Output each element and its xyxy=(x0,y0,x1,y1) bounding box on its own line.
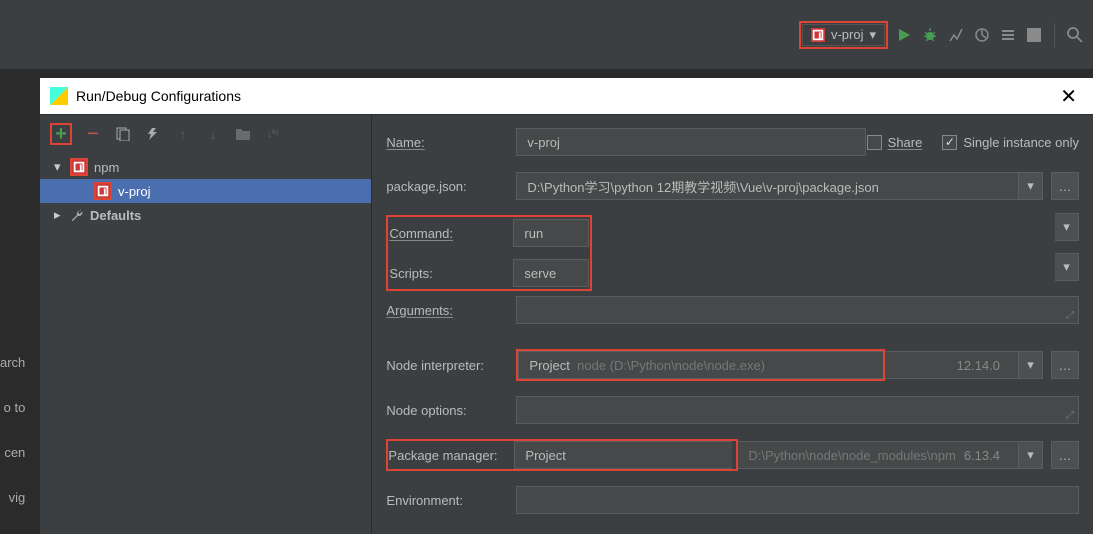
highlight-npm-icon xyxy=(70,158,88,176)
package-json-input[interactable]: D:\Python学习\python 12期教学视频\Vue\v-proj\pa… xyxy=(516,172,1019,200)
command-select[interactable]: run xyxy=(513,219,589,247)
highlight-vproj-icon xyxy=(94,182,112,200)
copy-config-button[interactable] xyxy=(114,125,132,143)
node-options-label: Node options: xyxy=(386,403,516,418)
environment-label: Environment: xyxy=(386,493,516,508)
tree-node-vproj[interactable]: v-proj xyxy=(40,179,371,203)
move-down-button[interactable]: ↓ xyxy=(204,125,222,143)
config-tree-panel: + − ↑ ↓ ↓ªᶻ ▾ npm xyxy=(40,115,372,534)
save-temp-button[interactable] xyxy=(144,125,162,143)
remove-config-button[interactable]: − xyxy=(84,125,102,143)
chevron-right-icon: ▸ xyxy=(54,207,64,223)
node-interpreter-browse[interactable]: … xyxy=(1051,351,1079,379)
chevron-down-icon: ▾ xyxy=(54,159,64,175)
single-instance-checkbox[interactable]: Single instance only xyxy=(942,135,1079,150)
npm-icon xyxy=(96,184,110,198)
arguments-input[interactable]: ⤢ xyxy=(516,296,1079,324)
tree-label: npm xyxy=(94,160,119,175)
package-json-browse[interactable]: … xyxy=(1051,172,1079,200)
pycharm-icon xyxy=(50,87,68,105)
package-json-dropdown[interactable]: ▾ xyxy=(1019,172,1043,200)
single-instance-label: Single instance only xyxy=(963,135,1079,150)
dialog-title: Run/Debug Configurations xyxy=(76,88,241,104)
arguments-label: Arguments: xyxy=(386,303,516,318)
run-debug-config-dialog: Run/Debug Configurations ✕ + − ↑ ↓ ↓ªᶻ ▾ xyxy=(40,78,1093,534)
ide-toolbar: v-proj ▾ xyxy=(0,0,1093,70)
tree-label: Defaults xyxy=(90,208,141,223)
package-manager-input[interactable]: Project xyxy=(514,441,732,469)
highlight-run-config: v-proj ▾ xyxy=(799,21,888,49)
tree-node-defaults[interactable]: ▸ Defaults xyxy=(40,203,371,227)
node-interpreter-ext: 12.14.0 xyxy=(885,351,1019,379)
highlight-pkg-manager: Package manager: Project xyxy=(386,439,738,471)
profiler-button[interactable] xyxy=(972,25,992,45)
node-interpreter-dropdown[interactable]: ▾ xyxy=(1019,351,1043,379)
dialog-titlebar: Run/Debug Configurations ✕ xyxy=(40,78,1093,114)
npm-icon xyxy=(811,28,825,42)
package-manager-path: D:\Python\node\node_modules\npm 6.13.4 xyxy=(738,441,1019,469)
coverage-button[interactable] xyxy=(946,25,966,45)
close-button[interactable]: ✕ xyxy=(1054,84,1083,109)
node-version: 12.14.0 xyxy=(949,358,1008,373)
name-input[interactable]: v-proj xyxy=(516,128,866,156)
folder-button[interactable] xyxy=(234,125,252,143)
npm-icon xyxy=(72,160,86,174)
tree-label: v-proj xyxy=(118,184,151,199)
command-dropdown[interactable]: ▾ xyxy=(1055,213,1079,241)
config-tree: ▾ npm v-proj ▸ Defaults xyxy=(40,153,371,229)
package-manager-browse[interactable]: … xyxy=(1051,441,1079,469)
package-json-label: package.json: xyxy=(386,179,516,194)
highlight-node-interpreter: Project node (D:\Python\node\node.exe) xyxy=(516,349,885,381)
tree-node-npm[interactable]: ▾ npm xyxy=(40,155,371,179)
pkg-manager-version: 6.13.4 xyxy=(956,448,1008,463)
command-label: Command: xyxy=(389,226,513,241)
add-config-button[interactable]: + xyxy=(52,125,70,143)
separator xyxy=(1054,23,1055,47)
package-manager-label: Package manager: xyxy=(388,448,514,463)
node-interpreter-input[interactable]: Project node (D:\Python\node\node.exe) xyxy=(518,351,883,379)
run-config-label: v-proj xyxy=(831,27,864,42)
expand-icon[interactable]: ⤢ xyxy=(1066,410,1074,421)
wrench-icon xyxy=(70,208,84,222)
scripts-dropdown[interactable]: ▾ xyxy=(1055,253,1079,281)
editor-background-text: arch o to cen vig xyxy=(0,340,25,520)
sort-button[interactable]: ↓ªᶻ xyxy=(264,125,282,143)
name-label: Name: xyxy=(386,135,516,150)
node-options-input[interactable]: ⤢ xyxy=(516,396,1079,424)
search-everywhere-button[interactable] xyxy=(1065,25,1085,45)
expand-icon[interactable]: ⤢ xyxy=(1066,310,1074,321)
chevron-down-icon: ▾ xyxy=(869,27,876,43)
tree-toolbar: + − ↑ ↓ ↓ªᶻ xyxy=(40,115,371,153)
scripts-label: Scripts: xyxy=(389,266,513,281)
environment-input[interactable] xyxy=(516,486,1079,514)
concurrency-button[interactable] xyxy=(998,25,1018,45)
stop-button[interactable] xyxy=(1024,25,1044,45)
run-button[interactable] xyxy=(894,25,914,45)
move-up-button[interactable]: ↑ xyxy=(174,125,192,143)
config-form: Name: v-proj Share Single instance only … xyxy=(372,115,1093,534)
run-config-dropdown[interactable]: v-proj ▾ xyxy=(802,24,885,46)
scripts-select[interactable]: serve xyxy=(513,259,589,287)
highlight-add: + xyxy=(50,123,72,145)
debug-button[interactable] xyxy=(920,25,940,45)
package-manager-dropdown[interactable]: ▾ xyxy=(1019,441,1043,469)
node-interpreter-label: Node interpreter: xyxy=(386,358,516,373)
share-checkbox[interactable]: Share xyxy=(867,135,923,150)
share-label: Share xyxy=(888,135,923,150)
